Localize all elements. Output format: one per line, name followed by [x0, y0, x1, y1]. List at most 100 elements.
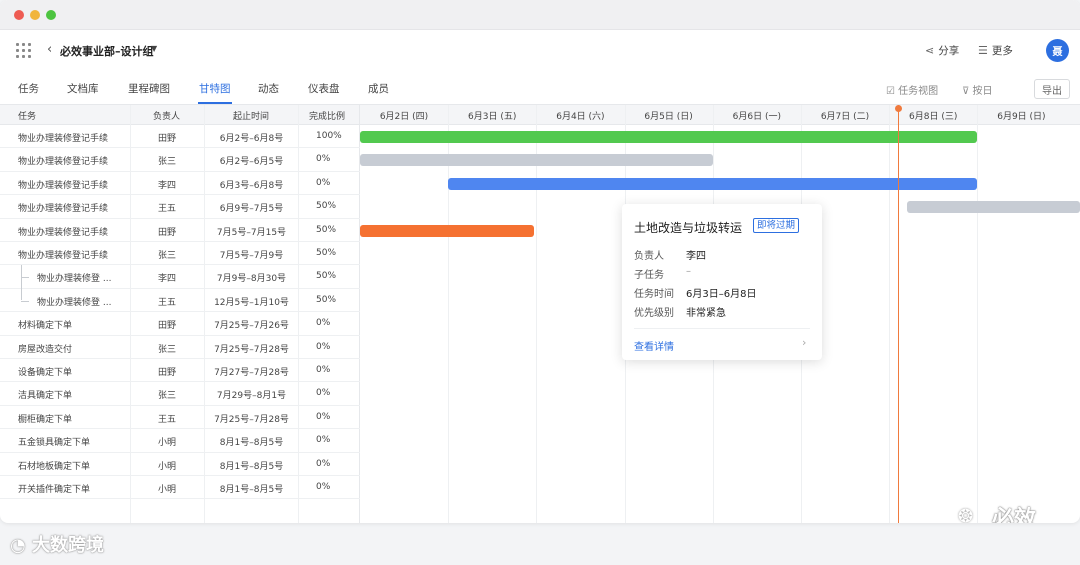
gantt-task-bar[interactable] [360, 131, 978, 143]
table-header: 任务 负责人 起止时间 完成比例 [0, 105, 359, 125]
export-button[interactable]: 导出 [1034, 79, 1070, 99]
owner-cell: 小明 [158, 485, 177, 495]
task-name-cell: 材料确定下单 [18, 321, 73, 332]
owner-cell: 李四 [158, 180, 177, 191]
range-cell: 6月9号–7月5号 [219, 204, 284, 215]
owner-cell: 小明 [158, 461, 177, 472]
project-title[interactable]: 必效事业部–设计组 [60, 43, 154, 59]
range-cell: 7月27号–7月28号 [214, 368, 289, 378]
task-name-cell: 橱柜确定下单 [18, 414, 73, 425]
progress-cell: 0% [316, 318, 331, 329]
share-button[interactable]: ⋖ 分享 [925, 43, 959, 58]
maximize-window-button[interactable] [46, 10, 56, 20]
gantt-date-header: 6月2日 (四) 6月3日 (五) 6月4日 (六) 6月5日 (日) 6月6日 (一)… [360, 105, 1080, 125]
table-row[interactable]: 石材地板确定下单 小明 8月1号–8月5号 0% [0, 453, 360, 476]
range-cell: 12月5号–1月10号 [214, 297, 289, 308]
table-row[interactable]: 物业办理装修登记手续 张三 6月2号–6月5号 0% [0, 148, 360, 172]
table-row[interactable]: 物业办理装修登记手续 田野 6月2号–6月8号 100% [0, 125, 360, 149]
close-window-button[interactable] [14, 10, 24, 20]
table-row[interactable]: 橱柜确定下单 王五 7月25号–7月28号 0% [0, 406, 360, 430]
tab-tasks[interactable]: 任务 [18, 81, 39, 96]
watermark-brand: 必效 [992, 507, 1037, 523]
by-day-button[interactable]: ⊽ 按日 [962, 82, 993, 97]
progress-cell: 100% [316, 131, 342, 141]
expiring-badge: 即将过期 [753, 218, 800, 233]
task-name-cell: 物业办理装修登记手续 [18, 134, 109, 144]
tab-members[interactable]: 成员 [368, 81, 389, 96]
range-cell: 6月2号–6月8号 [219, 134, 284, 144]
task-name-cell: 物业办理装修登 ... [37, 297, 112, 308]
minimize-window-button[interactable] [30, 10, 40, 20]
tab-dashboard[interactable]: 仪表盘 [308, 81, 340, 96]
table-row[interactable]: 物业办理装修登记手续 田野 7月5号–7月15号 50% [0, 219, 360, 242]
chevron-right-icon[interactable]: › [802, 336, 806, 349]
column-divider [130, 105, 131, 523]
table-row[interactable]: 物业办理装修登记手续 张三 7月5号–7月9号 50% [0, 242, 360, 266]
table-row[interactable]: 物业办理装修登 ... 李四 7月9号–8月30号 50% [0, 265, 360, 289]
more-button[interactable]: ☰ 更多 [978, 43, 1013, 58]
owner-cell: 张三 [158, 344, 177, 355]
share-icon: ⋖ [925, 44, 935, 57]
gantt-task-bar[interactable] [906, 201, 1080, 214]
range-cell: 8月1号–8月5号 [219, 461, 284, 472]
view-details-link[interactable]: 查看详情 [634, 338, 674, 353]
tab-docs[interactable]: 文档库 [67, 81, 99, 96]
column-header-progress[interactable]: 完成比例 [309, 109, 345, 122]
progress-cell: 0% [316, 388, 331, 399]
owner-cell: 王五 [158, 204, 177, 215]
table-row[interactable]: 房屋改造交付 张三 7月25号–7月28号 0% [0, 336, 360, 359]
range-cell: 6月2号–6月5号 [219, 157, 284, 168]
progress-cell: 50% [316, 294, 337, 305]
apps-grid-icon[interactable] [16, 43, 31, 58]
table-row[interactable]: 物业办理装修登 ... 王五 12月5号–1月10号 50% [0, 289, 360, 313]
gantt-day-label: 6月5日 (日) [644, 112, 693, 122]
back-chevron-icon[interactable]: ‹ [47, 42, 52, 57]
user-avatar[interactable]: 聂 [1046, 39, 1069, 62]
gantt-day-label: 6月8日 (三) [909, 112, 958, 122]
popover-label-time: 任务时间 [634, 289, 674, 300]
active-tab-indicator [198, 102, 232, 104]
column-header-task[interactable]: 任务 [18, 109, 36, 122]
progress-cell: 0% [316, 458, 331, 469]
table-row[interactable]: 开关插件确定下单 小明 8月1号–8月5号 0% [0, 476, 360, 500]
progress-cell: 0% [316, 154, 331, 165]
column-header-owner[interactable]: 负责人 [153, 109, 180, 122]
owner-cell: 李四 [158, 274, 177, 285]
table-row[interactable]: 物业办理装修登记手续 李四 6月3号–6月8号 0% [0, 172, 360, 196]
progress-cell: 0% [316, 177, 331, 188]
popover-label-owner: 负责人 [634, 251, 664, 262]
owner-cell: 张三 [158, 157, 177, 168]
window-titlebar [0, 0, 1080, 30]
table-row[interactable]: 材料确定下单 田野 7月25号–7月26号 0% [0, 312, 360, 336]
range-cell: 8月1号–8月5号 [219, 438, 284, 449]
owner-cell: 张三 [158, 391, 177, 402]
column-header-range[interactable]: 起止时间 [233, 109, 269, 122]
tree-connector [21, 265, 22, 301]
tab-milestones[interactable]: 里程碑图 [128, 81, 170, 96]
table-row[interactable]: 物业办理装修登记手续 王五 6月9号–7月5号 50% [0, 195, 360, 219]
gantt-task-bar[interactable] [360, 154, 713, 167]
progress-cell: 50% [316, 271, 337, 282]
tab-activity[interactable]: 动态 [258, 81, 279, 96]
task-name-cell: 物业办理装修登记手续 [18, 251, 109, 261]
checkbox-icon: ☑ [886, 86, 895, 97]
tree-connector [21, 277, 29, 279]
range-cell: 7月9号–8月30号 [216, 274, 287, 285]
tab-gantt[interactable]: 甘特图 [199, 81, 231, 96]
wechat-icon: ❂ [958, 506, 974, 523]
caret-down-icon[interactable]: ▼ [151, 44, 157, 53]
gantt-day-label: 6月7日 (二) [820, 112, 870, 122]
range-cell: 7月25号–7月28号 [214, 414, 289, 425]
owner-cell: 田野 [158, 368, 177, 378]
gantt-day-label: 6月4日 (六) [556, 112, 605, 122]
table-row[interactable]: 五金锁具确定下单 小明 8月1号–8月5号 0% [0, 429, 360, 453]
gantt-day-label: 6月9日 (日) [997, 112, 1046, 122]
gantt-day-label: 6月2日 (四) [379, 112, 429, 122]
task-view-button[interactable]: ☑ 任务视图 [886, 82, 938, 97]
table-row[interactable]: 设备确定下单 田野 7月27号–7月28号 0% [0, 359, 360, 383]
gantt-task-bar[interactable] [360, 224, 534, 237]
watermark-source: ◔ 大数跨境 [10, 535, 104, 556]
table-row[interactable]: 洁具确定下单 张三 7月29号–8月1号 0% [0, 382, 360, 406]
range-cell: 7月5号–7月9号 [219, 251, 284, 261]
range-cell: 7月5号–7月15号 [216, 227, 287, 238]
